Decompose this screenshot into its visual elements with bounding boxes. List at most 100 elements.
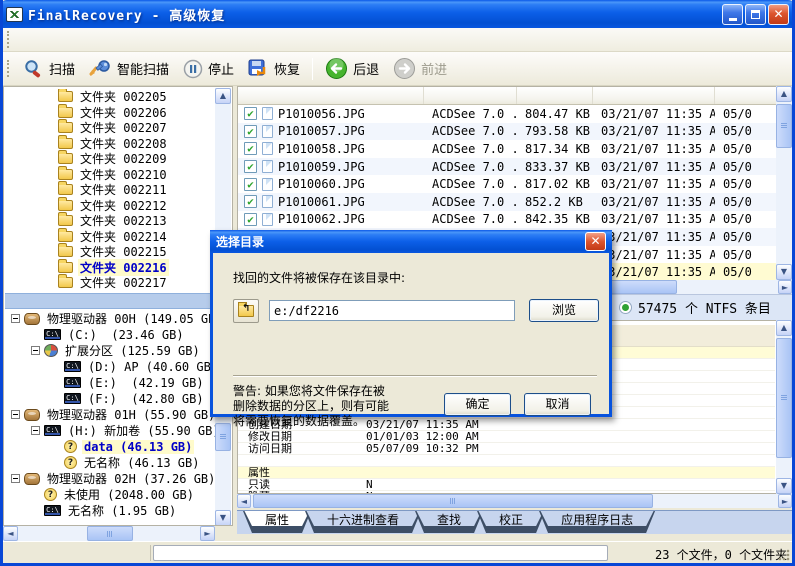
- expander-icon[interactable]: [31, 426, 40, 435]
- tree-splitter[interactable]: [5, 292, 217, 309]
- forward-button[interactable]: 前进: [386, 54, 454, 83]
- smart-scan-button[interactable]: 智能扫描: [82, 56, 176, 81]
- expander-icon[interactable]: [31, 346, 40, 355]
- column-header[interactable]: [593, 87, 715, 104]
- menu-item[interactable]: [34, 37, 52, 43]
- stop-button[interactable]: 停止: [176, 56, 241, 82]
- file-checkbox[interactable]: [244, 195, 257, 209]
- property-row[interactable]: 属性: [238, 467, 775, 479]
- folder-tree-item[interactable]: 文件夹 002211: [5, 181, 217, 198]
- scroll-left-icon[interactable]: ◄: [237, 494, 251, 508]
- folder-tree-item[interactable]: 文件夹 002217: [5, 274, 217, 291]
- scroll-down-icon[interactable]: ▼: [215, 510, 231, 525]
- file-row[interactable]: P1010057.JPG ACDSee 7.0 ... 793.58 KB 03…: [238, 122, 777, 141]
- scroll-up-icon[interactable]: ▲: [776, 320, 792, 336]
- scroll-down-icon[interactable]: ▼: [776, 264, 792, 280]
- column-header[interactable]: [517, 87, 593, 104]
- file-row[interactable]: P1010060.JPG ACDSee 7.0 ... 817.02 KB 03…: [238, 175, 777, 193]
- expander-icon[interactable]: [11, 410, 20, 419]
- drive-tree-item[interactable]: 物理驱动器 00H (149.05 GB): [5, 311, 217, 327]
- property-row[interactable]: 只读 N: [238, 479, 775, 491]
- file-checkbox[interactable]: [244, 142, 257, 156]
- folder-tree-item[interactable]: 文件夹 002210: [5, 165, 217, 183]
- folder-tree-item[interactable]: 文件夹 002205: [5, 89, 217, 105]
- scroll-thumb[interactable]: [776, 338, 792, 458]
- browse-button[interactable]: 浏览: [529, 299, 599, 322]
- tab[interactable]: 校正: [477, 511, 545, 533]
- scroll-right-icon[interactable]: ►: [778, 280, 792, 294]
- recover-button[interactable]: 恢复: [241, 56, 307, 82]
- target-path-input[interactable]: [269, 300, 515, 321]
- property-row[interactable]: 修改日期 01/01/03 12:00 AM: [238, 431, 775, 443]
- file-checkbox[interactable]: [244, 124, 257, 138]
- cancel-button[interactable]: 取消: [524, 393, 591, 416]
- folder-tree-item[interactable]: 文件夹 002212: [5, 196, 217, 214]
- property-row[interactable]: 访问日期 05/07/09 10:32 PM: [238, 443, 775, 455]
- properties-horizontal-scrollbar[interactable]: ◄ ►: [237, 494, 792, 508]
- resize-grip-icon[interactable]: [778, 549, 790, 561]
- folder-tree-item[interactable]: 文件夹 002216: [5, 258, 217, 276]
- scroll-right-icon[interactable]: ►: [778, 494, 792, 508]
- file-row[interactable]: P1010059.JPG ACDSee 7.0 ... 833.37 KB 03…: [238, 157, 777, 176]
- folder-tree-item[interactable]: 文件夹 002214: [5, 227, 217, 245]
- scroll-thumb[interactable]: [253, 494, 653, 508]
- scan-button[interactable]: 扫描: [16, 56, 82, 81]
- tab[interactable]: 属性: [243, 511, 311, 533]
- menu-item[interactable]: [16, 37, 34, 43]
- expander-icon[interactable]: [11, 474, 20, 483]
- close-button[interactable]: ✕: [768, 3, 789, 25]
- scroll-up-icon[interactable]: ▲: [215, 88, 231, 104]
- drive-tree-item[interactable]: 扩展分区 (125.59 GB): [5, 343, 217, 359]
- drive-tree-item[interactable]: 物理驱动器 01H (55.90 GB): [5, 407, 217, 423]
- drive-tree-item[interactable]: 未使用 (2048.00 GB): [5, 487, 217, 503]
- drive-tree-item[interactable]: data (46.13 GB): [5, 439, 217, 455]
- drive-tree-item[interactable]: 无名称 (46.13 GB): [5, 455, 217, 471]
- folder-tree-item[interactable]: 文件夹 002207: [5, 119, 217, 136]
- file-row[interactable]: P1010062.JPG ACDSee 7.0 ... 842.35 KB 03…: [238, 211, 777, 229]
- minimize-button[interactable]: [722, 3, 743, 25]
- scroll-thumb[interactable]: [776, 104, 792, 148]
- file-checkbox[interactable]: [244, 107, 257, 121]
- drive-tree-item[interactable]: (H:) 新加卷 (55.90 GB): [5, 423, 217, 439]
- tab[interactable]: 十六进制查看: [305, 511, 421, 533]
- property-row[interactable]: [238, 455, 775, 467]
- drive-tree-item[interactable]: (D:) AP (40.60 GB): [5, 359, 217, 375]
- drive-tree-item[interactable]: (F:) (42.80 GB): [5, 391, 217, 407]
- back-button[interactable]: 后退: [318, 54, 386, 83]
- tab[interactable]: 查找: [415, 511, 483, 533]
- ntfs-radio-icon[interactable]: [619, 301, 632, 314]
- properties-vertical-scrollbar[interactable]: ▲ ▼: [776, 320, 792, 494]
- dialog-close-button[interactable]: ✕: [585, 232, 606, 251]
- column-header[interactable]: [424, 87, 517, 104]
- folder-tree-item[interactable]: 文件夹 002208: [5, 134, 217, 152]
- folder-tree-item[interactable]: 文件夹 002213: [5, 212, 217, 229]
- drive-tree-item[interactable]: (E:) (42.19 GB): [5, 375, 217, 391]
- scroll-thumb[interactable]: [215, 423, 231, 451]
- file-checkbox[interactable]: [244, 160, 257, 174]
- file-row[interactable]: P1010061.JPG ACDSee 7.0 ... 852.2 KB 03/…: [238, 192, 777, 211]
- expander-icon[interactable]: [11, 314, 20, 323]
- drive-tree-item[interactable]: (C:) (23.46 GB): [5, 327, 217, 343]
- scroll-left-icon[interactable]: ◄: [3, 526, 18, 541]
- menu-item[interactable]: [52, 37, 70, 43]
- scroll-right-icon[interactable]: ►: [200, 526, 215, 541]
- folder-tree-item[interactable]: 文件夹 002206: [5, 103, 217, 121]
- maximize-button[interactable]: [745, 3, 766, 25]
- folder-tree-item[interactable]: 文件夹 002215: [5, 243, 217, 260]
- drive-tree-item[interactable]: 无名称 (1.95 GB): [5, 503, 217, 519]
- scroll-down-icon[interactable]: ▼: [776, 478, 792, 494]
- file-checkbox[interactable]: [244, 177, 257, 191]
- file-row[interactable]: P1010056.JPG ACDSee 7.0 ... 804.47 KB 03…: [238, 105, 777, 123]
- scroll-up-icon[interactable]: ▲: [776, 86, 792, 102]
- column-header[interactable]: [238, 87, 424, 104]
- ok-button[interactable]: 确定: [444, 393, 511, 416]
- tab[interactable]: 应用程序日志: [539, 511, 655, 533]
- file-checkbox[interactable]: [244, 212, 257, 226]
- drive-tree-item[interactable]: 物理驱动器 02H (37.26 GB): [5, 471, 217, 487]
- file-list-vertical-scrollbar[interactable]: ▲ ▼: [776, 86, 792, 280]
- folder-tree-item[interactable]: 文件夹 002209: [5, 150, 217, 167]
- folder-up-button[interactable]: [233, 299, 259, 323]
- scroll-thumb[interactable]: [87, 526, 133, 541]
- tree-horizontal-scrollbar[interactable]: ◄ ►: [3, 526, 215, 541]
- file-row[interactable]: P1010058.JPG ACDSee 7.0 ... 817.34 KB 03…: [238, 140, 777, 158]
